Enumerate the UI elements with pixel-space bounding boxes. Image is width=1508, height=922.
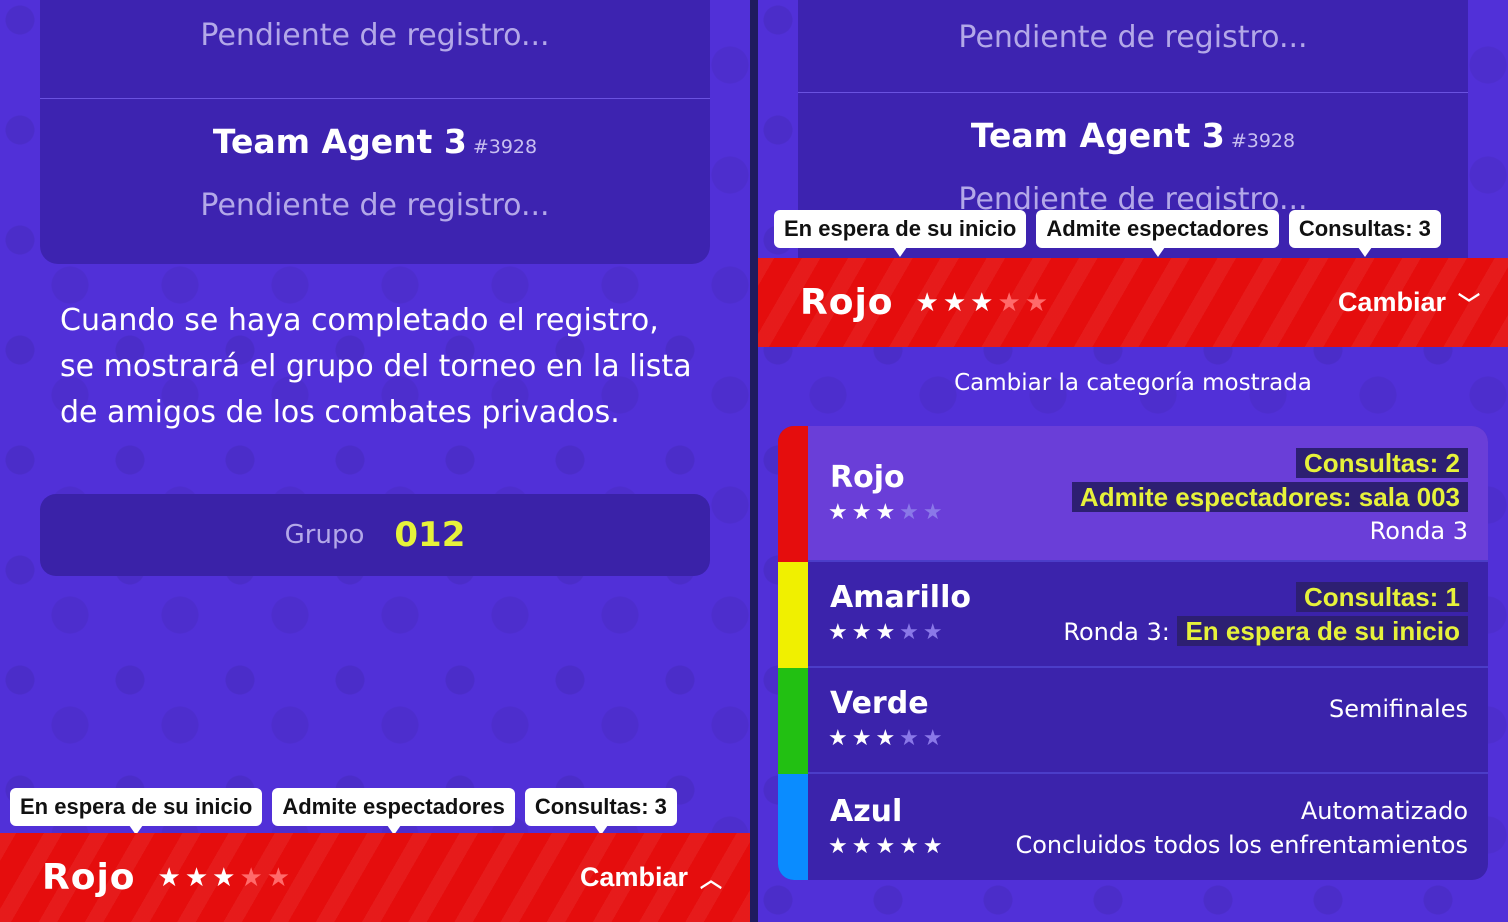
queries-badge: Consultas: 1 [1295,582,1468,612]
category-details: Semifinales [1329,692,1468,726]
category-bar[interactable]: Rojo ★★★★★ Cambiar ﹀ [758,258,1508,347]
mode-label: Automatizado [1300,797,1468,825]
star-icon: ★ [942,287,971,318]
category-name: Azul [830,794,903,829]
category-item-body: Verde ★★★★★ Semifinales [808,668,1488,774]
tag-spectators: Admite espectadores [1036,210,1279,257]
category-name: Rojo [830,460,905,495]
pending-status-top: Pendiente de registro... [958,20,1308,55]
group-value: 012 [394,515,466,555]
divider [40,98,710,99]
category-bar[interactable]: Rojo ★★★★★ Cambiar ︿ [0,833,750,922]
team-entry: Team Agent 3 #3928 [40,122,710,161]
star-icon: ★ [970,287,998,318]
category-item-body: Amarillo ★★★★★ Consultas: 1 Ronda 3: En … [808,562,1488,668]
chevron-up-icon: ︿ [699,866,722,892]
tag-waiting: En espera de su inicio [10,788,263,835]
change-label: Cambiar [579,862,688,892]
category-details: Automatizado Concluidos todos los enfren… [1015,794,1468,862]
star-icon: ★ [157,862,185,893]
pending-status-top: Pendiente de registro... [200,18,550,53]
stage-label: Concluidos todos los enfrentamientos [1015,831,1468,859]
star-icon: ★ [184,862,213,893]
group-box: Grupo 012 [40,494,710,576]
color-strip [778,426,808,562]
category-name: Verde [830,686,929,721]
tag-spectators: Admite espectadores [272,788,515,835]
round-label: Ronda 3 [1369,517,1468,545]
round-label: Ronda 3: [1063,618,1170,646]
chevron-down-icon: ﹀ [1457,291,1480,317]
category-name: Amarillo [830,580,971,615]
category-stars: ★★★★★ [828,726,947,751]
category-item-verde[interactable]: Verde ★★★★★ Semifinales [778,668,1488,774]
round-status-badge: En espera de su inicio [1177,616,1468,646]
change-label: Cambiar [1337,287,1446,317]
difficulty-stars: ★★★★★ [158,863,295,893]
star-icon: ★ [915,287,943,318]
category-title: Rojo [800,282,894,323]
category-details: Consultas: 1 Ronda 3: En espera de su in… [1063,580,1468,648]
category-caption: Cambiar la categoría mostrada [954,370,1312,396]
status-tags: En espera de su inicio Admite espectador… [10,788,677,835]
star-icon: ★ [1024,287,1053,318]
registration-info-text: Cuando se haya completado el registro, s… [60,303,692,430]
star-icon: ★ [997,287,1025,318]
status-tags: En espera de su inicio Admite espectador… [774,210,1441,257]
tag-queries: Consultas: 3 [524,788,677,835]
star-icon: ★ [266,862,295,893]
star-icon: ★ [212,862,240,893]
team-pending-status: Pendiente de registro... [200,188,550,223]
spectators-badge: Admite espectadores: sala 003 [1071,482,1468,512]
color-strip [778,774,808,880]
queries-badge: Consultas: 2 [1295,448,1468,478]
category-stars: ★★★★★ [828,620,947,645]
category-item-amarillo[interactable]: Amarillo ★★★★★ Consultas: 1 Ronda 3: En … [778,562,1488,668]
tag-queries: Consultas: 3 [1288,210,1441,257]
color-strip [778,562,808,668]
category-item-rojo[interactable]: Rojo ★★★★★ Consultas: 2 Admite espectado… [778,426,1488,562]
team-list-card: Pendiente de registro... Team Agent 3 #39… [40,0,710,264]
color-strip [778,668,808,774]
difficulty-stars: ★★★★★ [916,288,1053,318]
right-panel: Pendiente de registro... Team Agent 3 #39… [758,0,1508,922]
team-name: Team Agent 3 [970,116,1225,155]
category-item-azul[interactable]: Azul ★★★★★ Automatizado Concluidos todos… [778,774,1488,880]
team-tag: #3928 [472,136,538,158]
category-title: Rojo [42,857,136,898]
change-category-button[interactable]: Cambiar ﹀ [1338,287,1480,319]
left-panel: Pendiente de registro... Team Agent 3 #39… [0,0,750,922]
star-icon: ★ [239,862,267,893]
category-item-body: Rojo ★★★★★ Consultas: 2 Admite espectado… [808,426,1488,562]
stage-label: Semifinales [1328,695,1468,723]
category-stars: ★★★★★ [828,834,947,859]
group-label: Grupo [284,520,365,550]
category-list: Rojo ★★★★★ Consultas: 2 Admite espectado… [778,426,1488,880]
tag-waiting: En espera de su inicio [774,210,1027,257]
category-details: Consultas: 2 Admite espectadores: sala 0… [1071,446,1468,548]
panel-divider [750,0,758,922]
divider [798,92,1468,93]
team-entry: Team Agent 3 #3928 [798,116,1468,155]
team-name: Team Agent 3 [212,122,467,161]
category-item-body: Azul ★★★★★ Automatizado Concluidos todos… [808,774,1488,880]
category-stars: ★★★★★ [828,500,947,525]
change-category-button[interactable]: Cambiar ︿ [580,862,722,894]
team-tag: #3928 [1230,130,1296,152]
